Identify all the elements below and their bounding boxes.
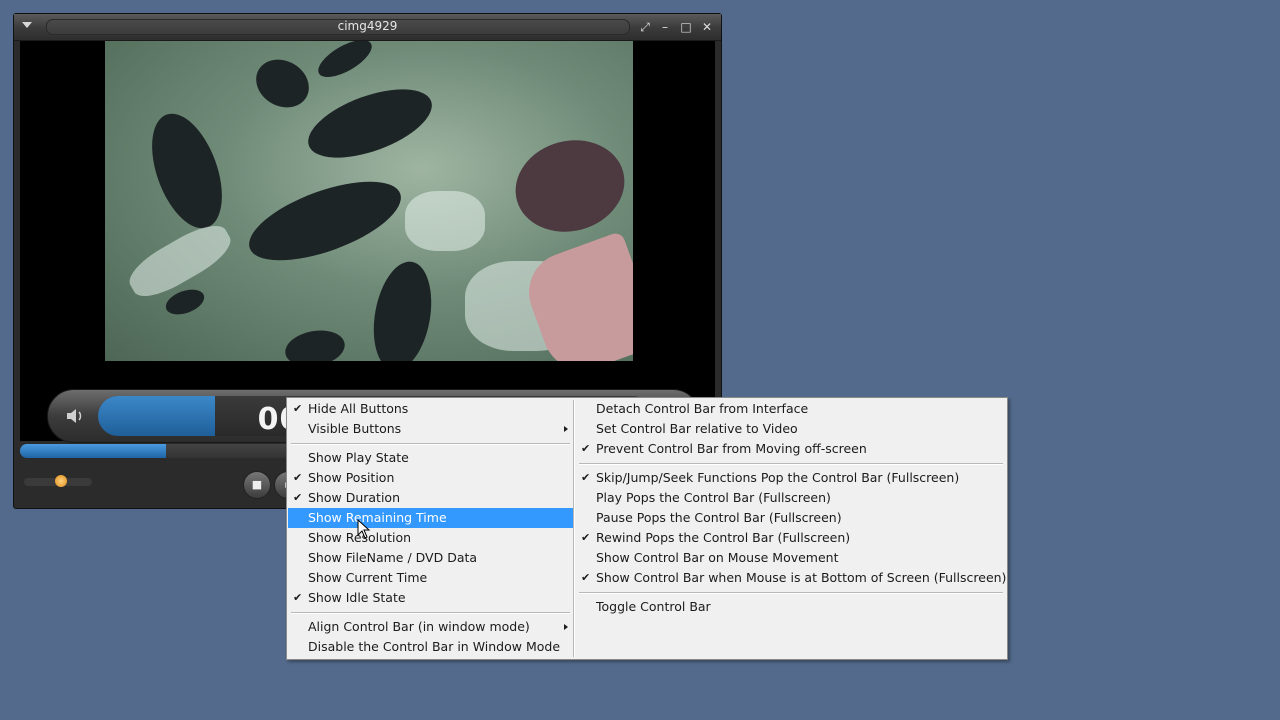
menu-item-show-idle-state[interactable]: ✔ Show Idle State — [287, 588, 574, 608]
menu-item-label: Show Control Bar when Mouse is at Bottom… — [596, 570, 1007, 585]
menu-item-show-control-bar-on-mouse-movement[interactable]: Show Control Bar on Mouse Movement — [575, 548, 1007, 568]
menu-item-play-pops-the-control-bar-fullscreen[interactable]: Play Pops the Control Bar (Fullscreen) — [575, 488, 1007, 508]
maximize-button[interactable]: □ — [679, 20, 693, 34]
menu-item-show-filename-dvd-data[interactable]: Show FileName / DVD Data — [287, 548, 574, 568]
menu-item-detach-control-bar-from-interface[interactable]: Detach Control Bar from Interface — [575, 399, 1007, 419]
menu-item-label: Skip/Jump/Seek Functions Pop the Control… — [596, 470, 960, 485]
menu-item-label: Show Play State — [308, 450, 409, 465]
menu-separator — [575, 588, 1007, 597]
menu-item-visible-buttons[interactable]: Visible Buttons — [287, 419, 574, 439]
menu-separator — [287, 608, 574, 617]
menu-item-show-current-time[interactable]: Show Current Time — [287, 568, 574, 588]
menu-item-disable-the-control-bar-in-window-mode[interactable]: Disable the Control Bar in Window Mode — [287, 637, 574, 657]
menu-item-label: Pause Pops the Control Bar (Fullscreen) — [596, 510, 842, 525]
menu-item-label: Show Control Bar on Mouse Movement — [596, 550, 839, 565]
submenu-arrow-icon — [564, 624, 568, 630]
menu-item-rewind-pops-the-control-bar-fullscreen[interactable]: ✔ Rewind Pops the Control Bar (Fullscreen… — [575, 528, 1007, 548]
close-button[interactable]: ✕ — [700, 20, 714, 34]
menu-item-label: Prevent Control Bar from Moving off-scre… — [596, 441, 867, 456]
menu-column-left: ✔ Hide All Buttons Visible Buttons Show Pla… — [287, 398, 574, 659]
checkmark-icon: ✔ — [581, 442, 591, 455]
menu-item-label: Play Pops the Control Bar (Fullscreen) — [596, 490, 831, 505]
video-frame — [105, 41, 633, 361]
checkmark-icon: ✔ — [581, 531, 591, 544]
menu-item-toggle-control-bar[interactable]: Toggle Control Bar — [575, 597, 1007, 617]
menu-item-label: Rewind Pops the Control Bar (Fullscreen) — [596, 530, 851, 545]
speaker-icon[interactable] — [64, 405, 86, 427]
fullscreen-button[interactable]: ⤢ — [638, 20, 652, 34]
menu-item-label: Show Idle State — [308, 590, 406, 605]
menu-item-label: Detach Control Bar from Interface — [596, 401, 809, 416]
control-bar-context-menu: ✔ Hide All Buttons Visible Buttons Show Pla… — [286, 397, 1008, 660]
checkmark-icon: ✔ — [293, 591, 303, 604]
checkmark-icon: ✔ — [293, 471, 303, 484]
menu-item-show-resolution[interactable]: Show Resolution — [287, 528, 574, 548]
checkmark-icon: ✔ — [293, 402, 303, 415]
window-title: cimg4929 — [337, 19, 398, 33]
menu-item-label: Set Control Bar relative to Video — [596, 421, 798, 436]
menu-column-right: Detach Control Bar from Interface Set Con… — [575, 398, 1007, 659]
video-area[interactable]: 00:50 / 03:55 ✕ — [20, 41, 715, 443]
menu-item-label: Visible Buttons — [308, 421, 402, 436]
checkmark-icon: ✔ — [581, 571, 591, 584]
menu-item-label: Show FileName / DVD Data — [308, 550, 478, 565]
volume-knob[interactable] — [55, 475, 68, 487]
menu-item-pause-pops-the-control-bar-fullscreen[interactable]: Pause Pops the Control Bar (Fullscreen) — [575, 508, 1007, 528]
menu-item-set-control-bar-relative-to-video[interactable]: Set Control Bar relative to Video — [575, 419, 1007, 439]
menu-item-label: Toggle Control Bar — [596, 599, 711, 614]
menu-item-label: Disable the Control Bar in Window Mode — [308, 639, 561, 654]
submenu-arrow-icon — [564, 426, 568, 432]
menu-item-label: Align Control Bar (in window mode) — [308, 619, 530, 634]
menu-item-label: Show Remaining Time — [308, 510, 447, 525]
menu-item-show-remaining-time[interactable]: Show Remaining Time — [288, 508, 573, 528]
menu-separator — [575, 459, 1007, 468]
menu-item-show-control-bar-when-mouse-is-at-bottom-of-screen-fullscreen[interactable]: ✔ Show Control Bar when Mouse is at Botto… — [575, 568, 1007, 588]
menu-item-label: Show Current Time — [308, 570, 428, 585]
menu-item-label: Show Position — [308, 470, 395, 485]
checkmark-icon: ✔ — [293, 491, 303, 504]
menu-item-prevent-control-bar-from-moving-off-screen[interactable]: ✔ Prevent Control Bar from Moving off-scr… — [575, 439, 1007, 459]
menu-item-show-duration[interactable]: ✔ Show Duration — [287, 488, 574, 508]
menu-item-align-control-bar-in-window-mode[interactable]: Align Control Bar (in window mode) — [287, 617, 574, 637]
minimize-button[interactable]: – — [658, 20, 672, 34]
title-bar[interactable]: cimg4929 ⤢ – □ ✕ — [14, 14, 721, 41]
menu-item-show-play-state[interactable]: Show Play State — [287, 448, 574, 468]
menu-item-skip-jump-seek-functions-pop-the-control-bar-fullscreen[interactable]: ✔ Skip/Jump/Seek Functions Pop the Contro… — [575, 468, 1007, 488]
volume-slider[interactable] — [24, 475, 92, 487]
menu-item-show-position[interactable]: ✔ Show Position — [287, 468, 574, 488]
menu-item-label: Show Duration — [308, 490, 400, 505]
menu-separator — [287, 439, 574, 448]
menu-item-label: Hide All Buttons — [308, 401, 409, 416]
stop-button[interactable]: ■ — [243, 471, 271, 499]
seek-fill — [20, 444, 166, 458]
menu-item-hide-all-buttons[interactable]: ✔ Hide All Buttons — [287, 399, 574, 419]
checkmark-icon: ✔ — [581, 471, 591, 484]
